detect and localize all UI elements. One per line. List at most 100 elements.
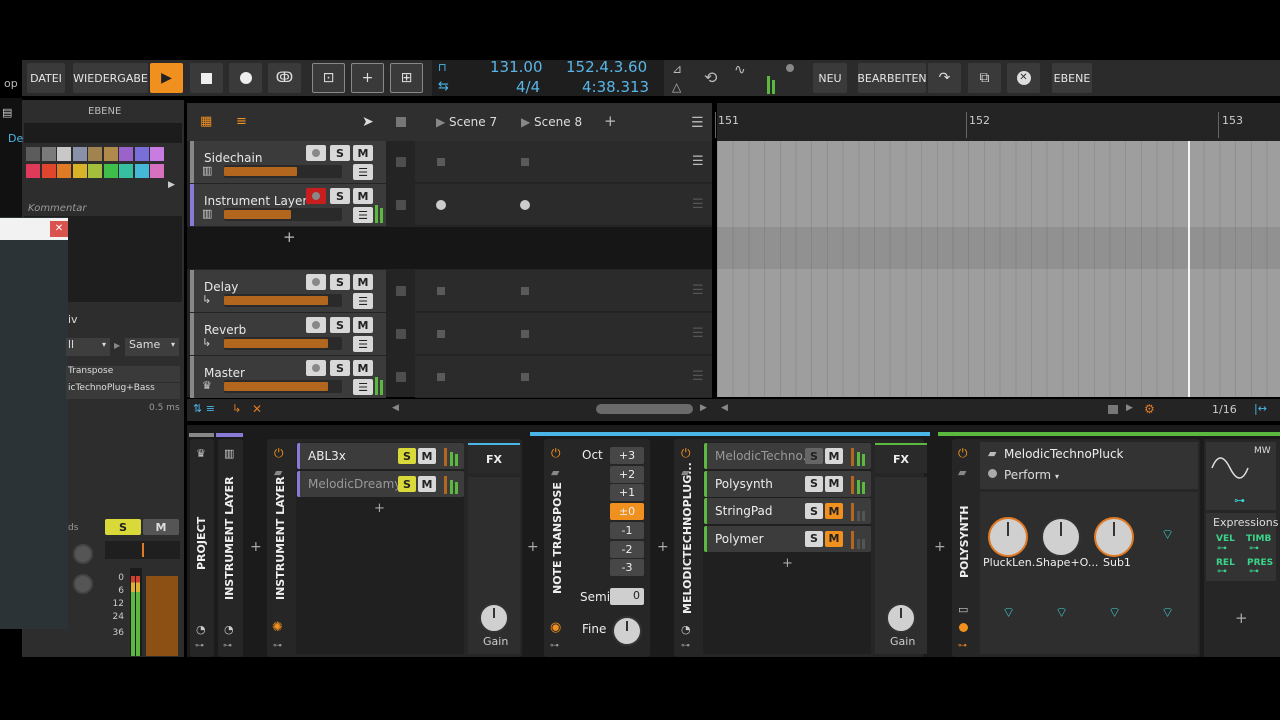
playback-menu-button[interactable]: WIEDERGABE (73, 63, 148, 93)
gain-knob[interactable] (479, 603, 509, 633)
color-swatch[interactable] (150, 164, 164, 178)
track-menu-button[interactable]: ☰ (353, 336, 373, 352)
volume-fader[interactable] (146, 576, 178, 656)
track-clips-menu-icon[interactable]: ☰ (692, 326, 704, 341)
track-mute-button[interactable]: M (353, 317, 373, 333)
arranger-scroll-right-icon[interactable]: ▶ (1126, 403, 1133, 413)
footer-tools-icon[interactable]: ⇅ ≡ (193, 402, 215, 415)
mw-route-icon[interactable]: ⊶ (1234, 494, 1245, 507)
track-volume-slider[interactable] (224, 294, 342, 307)
clip-slot-dot[interactable] (520, 200, 530, 210)
octave-button[interactable]: ±0 (610, 503, 644, 521)
octave-button[interactable]: -3 (610, 559, 644, 577)
color-swatch[interactable] (134, 164, 149, 178)
track-menu-button[interactable]: ☰ (353, 164, 373, 180)
modulator-dot[interactable] (959, 623, 968, 632)
add-device-icon[interactable]: + (934, 539, 946, 555)
macro-knob-3[interactable] (1094, 517, 1134, 557)
horizontal-scrollbar[interactable] (596, 404, 693, 414)
fx-slot[interactable]: FX (468, 443, 520, 473)
popup-window[interactable] (0, 217, 68, 629)
track-menu-button[interactable]: ☰ (353, 207, 373, 223)
track-name[interactable]: Master (204, 366, 245, 380)
fine-knob[interactable] (612, 616, 642, 646)
pointer-tool-icon[interactable]: ➤ (362, 114, 374, 130)
all-dropdown[interactable]: ll ▾ (66, 338, 110, 356)
macro-knob-2[interactable] (1041, 517, 1081, 557)
track-solo-button[interactable]: S (330, 360, 350, 376)
record-button[interactable] (229, 63, 262, 93)
folder-icon[interactable]: ▰ (551, 466, 559, 479)
scene-7-header[interactable]: ▶ Scene 7 (436, 115, 497, 129)
color-swatch[interactable] (72, 147, 87, 161)
track-mute-button[interactable]: M (353, 145, 373, 161)
track-stop-button[interactable] (396, 372, 406, 382)
chain-solo-button[interactable]: S (805, 530, 823, 547)
track-menu-button[interactable]: ☰ (353, 379, 373, 395)
play-button[interactable]: ▶ (150, 63, 183, 93)
arranger-scroll-left-icon[interactable]: ◀ (721, 403, 728, 413)
clip-slot[interactable] (521, 330, 529, 338)
arranger-grid[interactable] (717, 141, 1280, 397)
solo-button[interactable]: S (105, 519, 141, 535)
warning-icon[interactable]: △ (672, 80, 681, 94)
color-swatch[interactable] (119, 147, 133, 161)
track-name[interactable]: Reverb (204, 323, 246, 337)
layer-chain[interactable]: Polysynth (704, 470, 871, 497)
folder-icon[interactable]: ▰ (958, 466, 966, 479)
wireless-icon[interactable]: ⌔ (1002, 604, 1015, 622)
timb-route-icon[interactable]: ⊶ (1249, 543, 1259, 554)
track-menu-button[interactable]: ☰ (353, 293, 373, 309)
color-swatch[interactable] (119, 164, 133, 178)
layer-chain-abl3x[interactable]: ABL3x (297, 443, 464, 469)
octave-button[interactable]: +1 (610, 484, 644, 502)
playhead[interactable] (1188, 141, 1190, 397)
chain-solo-button[interactable]: S (805, 448, 823, 464)
vel-route-icon[interactable]: ⊶ (1217, 543, 1227, 554)
preset-name[interactable]: MelodicTechnoPluck (1004, 447, 1124, 461)
perform-dropdown[interactable]: Perform ▾ (1004, 468, 1059, 482)
track-volume-slider[interactable] (224, 380, 342, 393)
redo-button[interactable]: ↷ (928, 63, 961, 93)
send-knob-2[interactable] (73, 574, 93, 594)
color-palette[interactable] (26, 147, 166, 195)
clip-slot[interactable] (521, 158, 529, 166)
color-swatch[interactable] (41, 147, 56, 161)
color-swatch[interactable] (26, 164, 40, 178)
grid-view-icon[interactable]: ▦ (200, 114, 212, 129)
color-swatch[interactable] (103, 147, 118, 161)
zoom-fit-icon[interactable]: |↔ (1254, 402, 1267, 415)
arranger-stop-icon[interactable] (1108, 405, 1118, 414)
signature-display[interactable]: 4/4 (516, 78, 540, 96)
project-clock-icon[interactable]: ◔ (196, 623, 206, 636)
macro-knob-1[interactable] (988, 517, 1028, 557)
record-arm-button[interactable] (306, 317, 326, 333)
track-mute-button[interactable]: M (353, 360, 373, 376)
wireless-icon[interactable]: ⌔ (1055, 604, 1068, 622)
wireless-icon[interactable]: ⌔ (1161, 526, 1174, 544)
track-clock-icon[interactable]: ◔ (224, 623, 234, 636)
track-name[interactable]: Sidechain (204, 151, 262, 165)
record-arm-button[interactable] (306, 188, 326, 204)
mute-button[interactable]: M (143, 519, 179, 535)
track-clips-menu-icon[interactable]: ☰ (692, 154, 704, 169)
stop-all-icon[interactable] (396, 117, 406, 127)
color-swatch[interactable] (103, 164, 118, 178)
layer-chain[interactable]: MelodicTechno... (704, 443, 871, 469)
footer-close-icon[interactable]: ✕ (252, 402, 262, 416)
chain-mute-button[interactable]: M (825, 448, 843, 464)
add-device-icon[interactable]: + (527, 539, 539, 555)
wireless-icon[interactable]: ⌔ (1108, 604, 1121, 622)
record-arm-button[interactable] (306, 360, 326, 376)
track-stop-button[interactable] (396, 329, 406, 339)
popup-close-button[interactable]: ✕ (50, 221, 68, 237)
inspector-name-field[interactable] (24, 123, 182, 143)
track-clips-menu-icon[interactable]: ☰ (692, 369, 704, 384)
clip-launch-button[interactable]: ⊞ (390, 63, 423, 93)
curve-icon[interactable]: ∿ (734, 62, 746, 78)
add-device-icon[interactable]: + (250, 539, 262, 555)
power-icon[interactable]: ⏻ (958, 446, 968, 461)
track-solo-button[interactable]: S (330, 145, 350, 161)
octave-button[interactable]: +2 (610, 465, 644, 483)
track-clips-menu-icon[interactable]: ☰ (692, 197, 704, 212)
